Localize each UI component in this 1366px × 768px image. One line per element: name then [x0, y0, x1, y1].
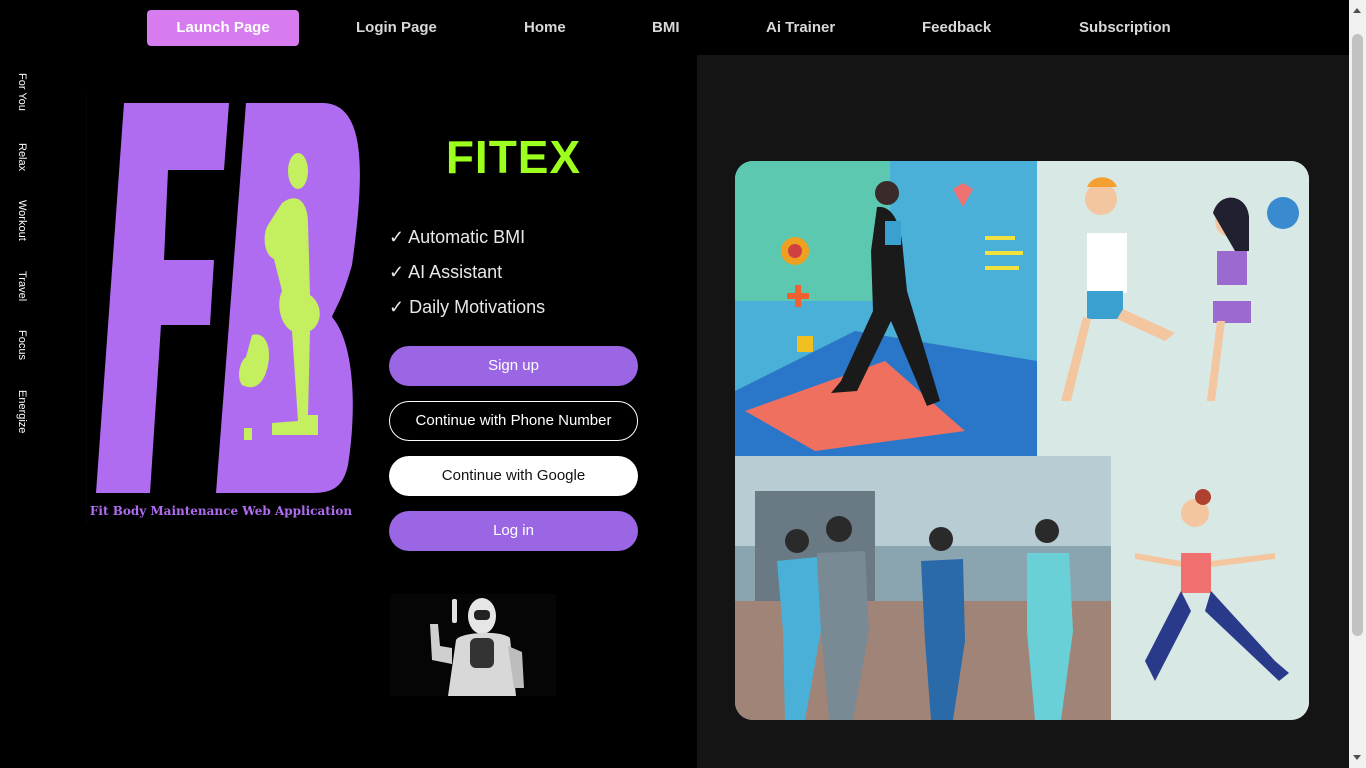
- brand-title: FITEX: [445, 131, 582, 183]
- feature-item: ✓ Daily Motivations: [389, 297, 546, 317]
- fb-logo: [86, 95, 360, 525]
- sidebar-item-travel[interactable]: Travel: [16, 271, 28, 301]
- nav-home[interactable]: Home: [524, 10, 566, 46]
- sidebar-item-relax[interactable]: Relax: [16, 143, 28, 171]
- hero-image-panel: [697, 55, 1349, 768]
- scroll-down-icon[interactable]: [1353, 755, 1361, 760]
- top-nav: Launch Page Login Page Home BMI Ai Train…: [0, 0, 1349, 55]
- feature-list: ✓ Automatic BMI ✓ AI Assistant ✓ Daily M…: [389, 224, 545, 329]
- nav-launch-page[interactable]: Launch Page: [147, 10, 299, 46]
- sidebar-item-focus[interactable]: Focus: [16, 330, 28, 360]
- page-scrollbar[interactable]: [1349, 0, 1366, 768]
- nav-bmi[interactable]: BMI: [652, 10, 680, 46]
- fitness-collage: [735, 161, 1309, 720]
- logo-tagline: Fit Body Maintenance Web Application: [89, 504, 353, 518]
- feature-item: ✓ AI Assistant: [389, 262, 503, 282]
- sidebar-item-for-you[interactable]: For You: [16, 73, 28, 111]
- signup-button[interactable]: Sign up: [389, 346, 638, 386]
- nav-feedback[interactable]: Feedback: [922, 10, 991, 46]
- nav-subscription[interactable]: Subscription: [1079, 10, 1171, 46]
- phone-login-button[interactable]: Continue with Phone Number: [389, 401, 638, 441]
- google-login-button[interactable]: Continue with Google: [389, 456, 638, 496]
- robot-illustration: [390, 594, 556, 696]
- nav-ai-trainer[interactable]: Ai Trainer: [766, 10, 835, 46]
- scrollbar-thumb[interactable]: [1352, 34, 1363, 636]
- login-button[interactable]: Log in: [389, 511, 638, 551]
- scroll-up-icon[interactable]: [1353, 8, 1361, 13]
- nav-login-page[interactable]: Login Page: [356, 10, 437, 46]
- sidebar-item-energize[interactable]: Energize: [16, 390, 28, 433]
- feature-item: ✓ Automatic BMI: [389, 227, 526, 247]
- sidebar-item-workout[interactable]: Workout: [16, 200, 28, 241]
